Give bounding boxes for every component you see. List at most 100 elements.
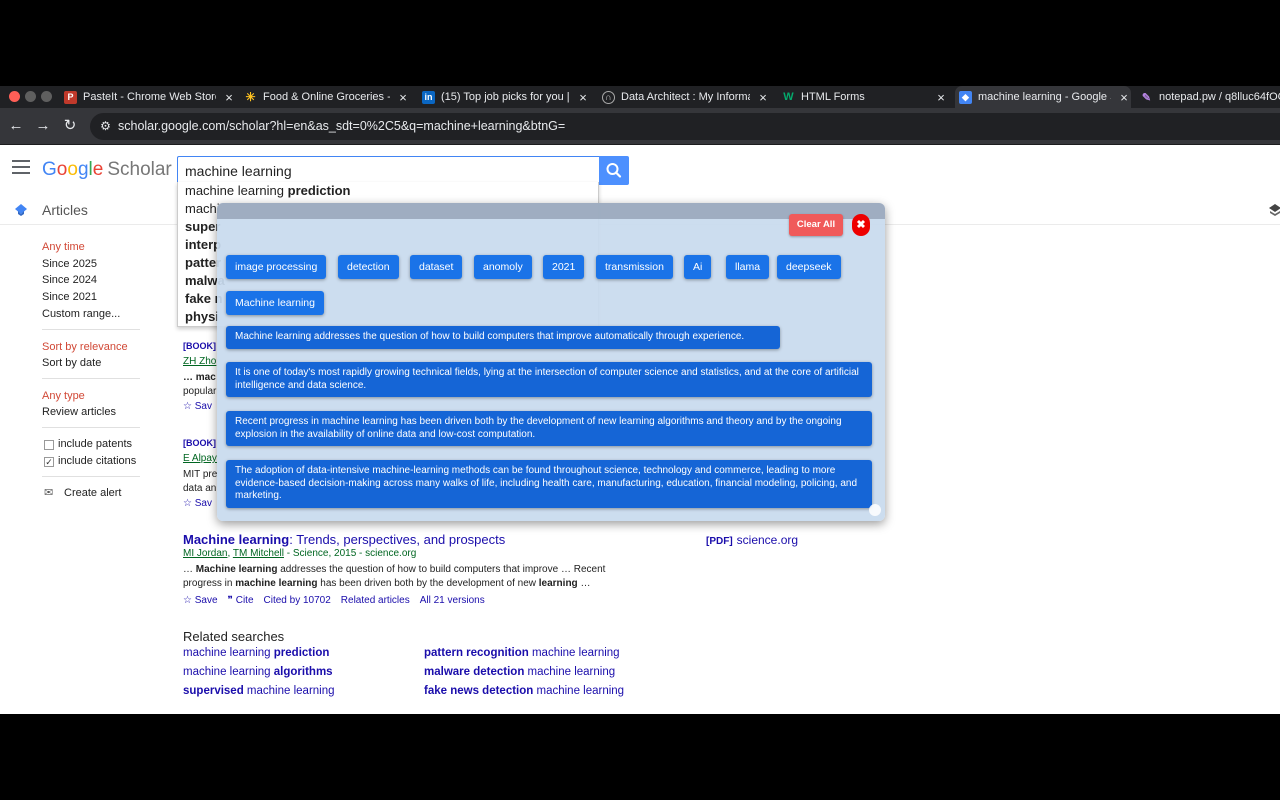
related-pre: machine learning xyxy=(183,666,274,678)
related-bold: pattern recognition xyxy=(424,647,529,659)
tab-pasteit[interactable]: P PasteIt - Chrome Web Store × xyxy=(60,86,236,108)
filter-since-2021[interactable]: Since 2021 xyxy=(42,291,97,303)
panel-drag-bar[interactable] xyxy=(217,203,885,219)
suggestion-item[interactable]: machine learning prediction xyxy=(178,182,598,200)
result3-snippet-line1: … Machine learning addresses the questio… xyxy=(183,564,606,575)
related-search-link[interactable]: machine learning algorithms xyxy=(183,666,333,678)
related-bold: fake news detection xyxy=(424,685,534,697)
result2-author[interactable]: E Alpay xyxy=(183,453,217,464)
result3-title-link[interactable]: Machine learning: Trends, perspectives, … xyxy=(183,532,505,547)
result1-author[interactable]: ZH Zho xyxy=(183,356,216,367)
related-search-link[interactable]: pattern recognition machine learning xyxy=(424,647,620,659)
my-library-icon[interactable] xyxy=(1268,203,1280,217)
related-search-link[interactable]: malware detection machine learning xyxy=(424,666,615,678)
close-tab-icon[interactable]: × xyxy=(396,90,410,105)
search-box xyxy=(177,156,600,185)
search-input[interactable] xyxy=(178,157,600,184)
include-patents-label[interactable]: include patents xyxy=(58,438,132,450)
result3-save[interactable]: ☆ Save xyxy=(183,595,218,606)
suggestion-bold: super xyxy=(185,219,221,234)
menu-icon[interactable] xyxy=(12,160,30,174)
saved-paragraph[interactable]: Machine learning addresses the question … xyxy=(226,326,780,349)
tab-title: machine learning - Google Sc xyxy=(978,91,1111,103)
keyword-chip[interactable]: detection xyxy=(338,255,399,279)
suggestion-bold: prediction xyxy=(287,183,351,198)
filter-any-type[interactable]: Any type xyxy=(42,390,85,402)
keyword-chip[interactable]: 2021 xyxy=(543,255,585,279)
include-patents-checkbox[interactable] xyxy=(44,440,54,450)
filter-since-2024[interactable]: Since 2024 xyxy=(42,274,97,286)
keyword-chip[interactable]: Machine learning xyxy=(226,291,324,315)
tab-linkedin[interactable]: in (15) Top job picks for you | Lin × xyxy=(418,86,590,108)
include-citations-label[interactable]: include citations xyxy=(58,455,136,467)
clear-all-button[interactable]: Clear All xyxy=(789,214,843,236)
reload-icon[interactable]: ↻ xyxy=(61,117,79,135)
search-button[interactable] xyxy=(599,156,629,185)
site-settings-icon[interactable]: ⚙ xyxy=(98,119,113,134)
close-window-button[interactable] xyxy=(9,91,20,102)
related-search-link[interactable]: supervised machine learning xyxy=(183,685,335,697)
filter-since-2025[interactable]: Since 2025 xyxy=(42,258,97,270)
keyword-chip[interactable]: dataset xyxy=(410,255,463,279)
maximize-window-button[interactable] xyxy=(41,91,52,102)
quote-icon: ❞ xyxy=(227,595,236,606)
forward-arrow-icon[interactable]: → xyxy=(34,117,52,135)
filter-any-time[interactable]: Any time xyxy=(42,241,85,253)
saved-paragraph[interactable]: Recent progress in machine learning has … xyxy=(226,411,872,446)
result2-type-tag: [BOOK] xyxy=(183,438,216,448)
result3-cite[interactable]: ❞ Cite xyxy=(228,595,254,606)
close-panel-icon[interactable]: ✖ xyxy=(852,214,870,236)
tab-informatica[interactable]: ∩ Data Architect : My Informatic × xyxy=(598,86,770,108)
keyword-chip[interactable]: deepseek xyxy=(777,255,841,279)
keyword-chip[interactable]: anomoly xyxy=(474,255,532,279)
result3-related-articles[interactable]: Related articles xyxy=(341,595,410,606)
keyword-highlighter-panel: Clear All ✖ image processing detection dat… xyxy=(217,203,885,521)
result3-pdf-link[interactable]: [PDF] science.org xyxy=(706,533,798,547)
result1-save[interactable]: ☆ Sav xyxy=(183,401,212,412)
keyword-chip[interactable]: Ai xyxy=(684,255,712,279)
keyword-chip[interactable]: transmission xyxy=(596,255,673,279)
resize-handle[interactable] xyxy=(869,504,881,516)
tab-google-scholar[interactable]: ◆ machine learning - Google Sc × xyxy=(955,86,1131,108)
close-tab-icon[interactable]: × xyxy=(934,90,948,105)
sort-by-date[interactable]: Sort by date xyxy=(42,357,101,369)
scholar-cap-icon xyxy=(15,204,27,216)
result3-versions[interactable]: All 21 versions xyxy=(420,595,485,606)
keyword-chip[interactable]: llama xyxy=(726,255,770,279)
related-bold: prediction xyxy=(273,647,330,659)
close-tab-icon[interactable]: × xyxy=(756,90,770,105)
keyword-chip[interactable]: image processing xyxy=(226,255,327,279)
screen: P PasteIt - Chrome Web Store × ✳ Food & … xyxy=(0,0,1280,800)
logo-letter: G xyxy=(42,159,57,180)
result3-cited-by[interactable]: Cited by 10702 xyxy=(264,595,331,606)
tab-notepad[interactable]: ✎ notepad.pw / q8lluc64fOGY3 xyxy=(1136,86,1280,108)
result2-save[interactable]: ☆ Sav xyxy=(183,498,212,509)
related-bold: supervised xyxy=(183,685,244,697)
articles-label[interactable]: Articles xyxy=(42,202,88,218)
saved-paragraph[interactable]: It is one of today's most rapidly growin… xyxy=(226,362,872,397)
related-post: machine learning xyxy=(243,685,335,697)
related-search-link[interactable]: fake news detection machine learning xyxy=(424,685,624,697)
address-bar[interactable]: ⚙ scholar.google.com/scholar?hl=en&as_sd… xyxy=(90,113,1280,140)
sort-by-relevance[interactable]: Sort by relevance xyxy=(42,341,128,353)
minimize-window-button[interactable] xyxy=(25,91,36,102)
back-arrow-icon[interactable]: ← xyxy=(7,117,25,135)
browser-toolbar: ← → ↻ ⚙ scholar.google.com/scholar?hl=en… xyxy=(0,108,1280,145)
result3-title-bold: Machine learning xyxy=(183,532,290,547)
close-tab-icon[interactable]: × xyxy=(576,90,590,105)
google-scholar-logo[interactable]: Google Scholar xyxy=(42,159,172,181)
create-alert-link[interactable]: Create alert xyxy=(64,487,121,499)
author-link-mitchell[interactable]: TM Mitchell xyxy=(233,548,284,559)
filter-review-articles[interactable]: Review articles xyxy=(42,406,116,418)
include-citations-checkbox[interactable]: ✓ xyxy=(44,457,54,467)
filter-custom-range[interactable]: Custom range... xyxy=(42,308,120,320)
tab-walmart[interactable]: ✳ Food & Online Groceries - Wa × xyxy=(240,86,410,108)
author-link-jordan[interactable]: MI Jordan xyxy=(183,548,227,559)
related-post: machine learning xyxy=(528,647,620,659)
close-tab-icon[interactable]: × xyxy=(222,90,236,105)
saved-paragraph[interactable]: The adoption of data-intensive machine-l… xyxy=(226,460,872,508)
related-search-link[interactable]: machine learning prediction xyxy=(183,647,329,659)
close-tab-icon[interactable]: × xyxy=(1117,90,1131,105)
logo-letter: g xyxy=(77,159,89,180)
tab-html-forms[interactable]: W HTML Forms × xyxy=(778,86,948,108)
